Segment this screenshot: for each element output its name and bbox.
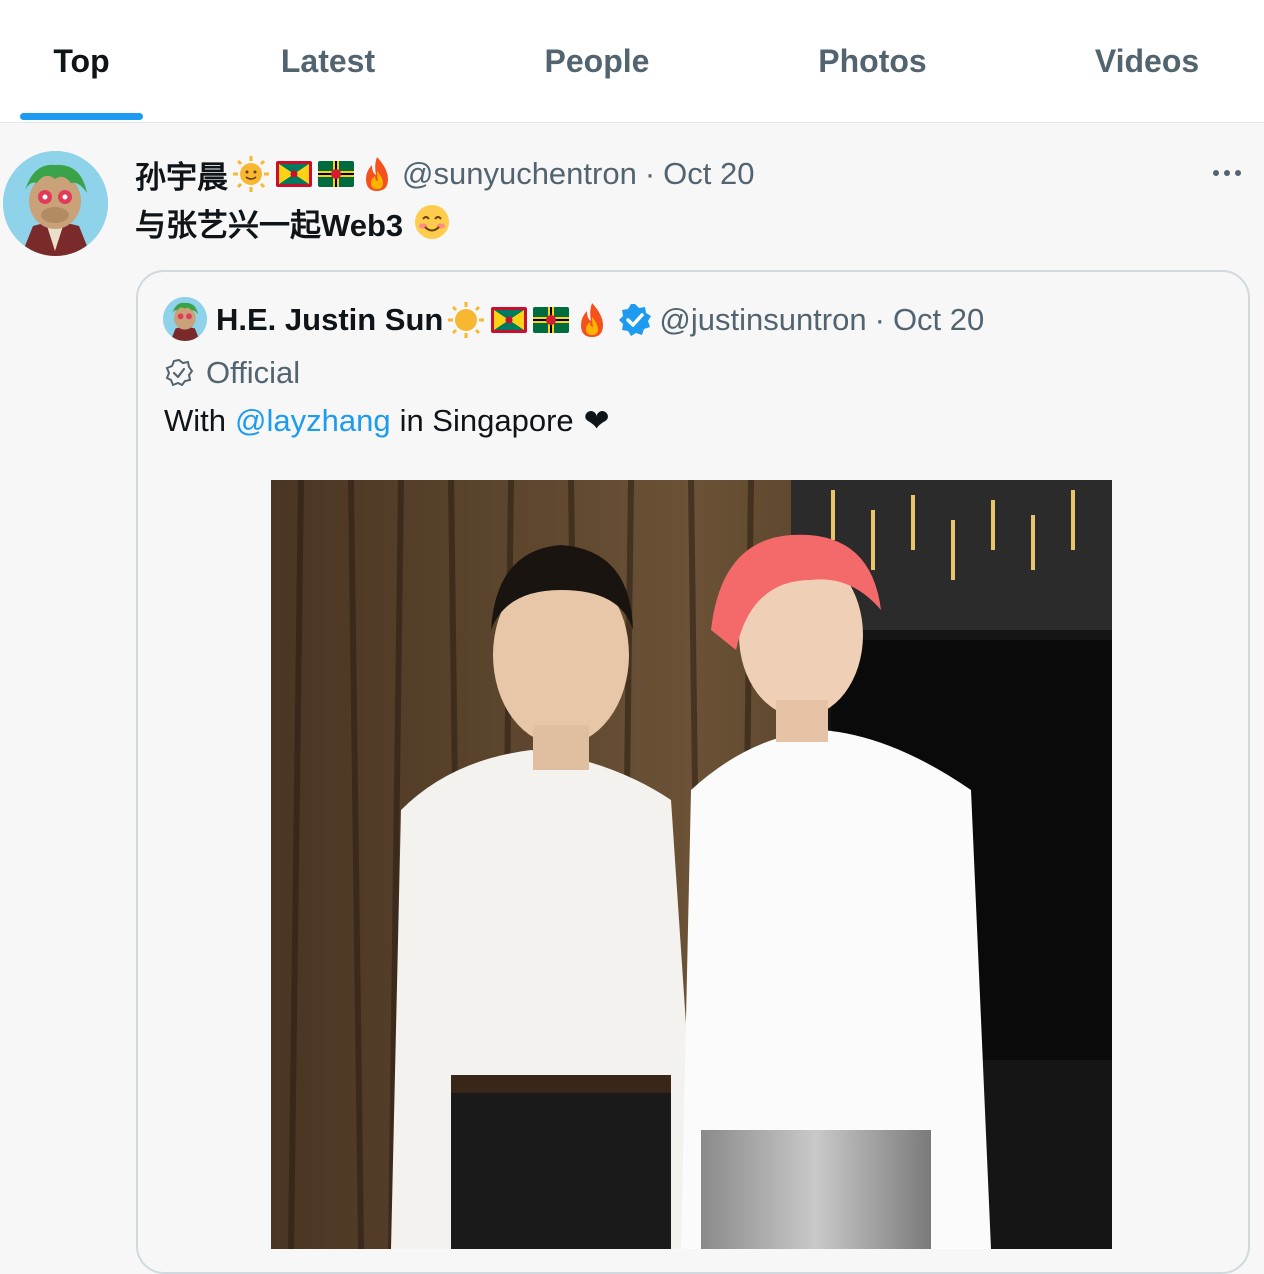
fire-emoji-icon	[366, 157, 388, 191]
quoted-text-after: in Singapore	[399, 403, 574, 438]
tweet-author: 孙宇晨 @sunyuchentron · Oct 20	[135, 153, 755, 195]
grenada-flag-icon	[276, 161, 312, 187]
official-badge-icon	[165, 358, 194, 387]
tab-latest[interactable]: Latest	[257, 0, 399, 122]
quoted-display-name[interactable]: H.E. Justin Sun	[216, 302, 443, 338]
official-label: Official	[164, 352, 300, 394]
tab-videos[interactable]: Videos	[1078, 0, 1216, 122]
photo-image	[271, 480, 1112, 1249]
official-text: Official	[206, 355, 301, 390]
tweet-text-content: 与张艺兴一起Web3	[135, 207, 404, 243]
sun-emoji-icon	[233, 156, 269, 192]
verified-badge-icon[interactable]	[617, 302, 653, 338]
tab-photos[interactable]: Photos	[800, 0, 945, 122]
tab-top[interactable]: Top	[20, 0, 143, 122]
tweet-text: 与张艺兴一起Web3	[135, 200, 451, 244]
separator-dot: ·	[874, 302, 885, 337]
sun-emoji-icon	[448, 302, 485, 338]
fire-emoji-icon	[581, 303, 604, 337]
search-tabs: Top Latest People Photos Videos	[0, 0, 1264, 123]
quoted-text-before: With	[164, 403, 226, 438]
ape-avatar-small-icon	[163, 297, 207, 341]
author-handle[interactable]: @sunyuchentron	[402, 156, 637, 192]
tweet-photo[interactable]	[271, 480, 1112, 1249]
mention-link[interactable]: @layzhang	[235, 403, 391, 439]
smiling-face-emoji-icon	[415, 205, 450, 239]
heart-emoji: ❤	[583, 403, 610, 438]
separator-dot: ·	[644, 156, 656, 191]
avatar[interactable]	[3, 151, 108, 256]
tweet-date[interactable]: Oct 20	[663, 156, 754, 192]
quoted-date[interactable]: Oct 20	[893, 302, 984, 338]
ape-avatar-icon	[3, 151, 108, 256]
quoted-author: H.E. Justin Sun @justinsuntron · Oct 20	[216, 298, 984, 342]
more-options-icon[interactable]	[1207, 160, 1247, 186]
dominica-flag-icon	[533, 307, 570, 333]
active-tab-indicator	[20, 113, 143, 120]
quoted-avatar[interactable]	[163, 297, 207, 341]
dominica-flag-icon	[318, 161, 354, 187]
quoted-text: With @layzhang in Singapore ❤	[164, 399, 610, 443]
quoted-handle[interactable]: @justinsuntron	[659, 302, 866, 338]
tab-people[interactable]: People	[526, 0, 668, 122]
author-display-name[interactable]: 孙宇晨	[135, 152, 228, 197]
grenada-flag-icon	[491, 307, 528, 333]
